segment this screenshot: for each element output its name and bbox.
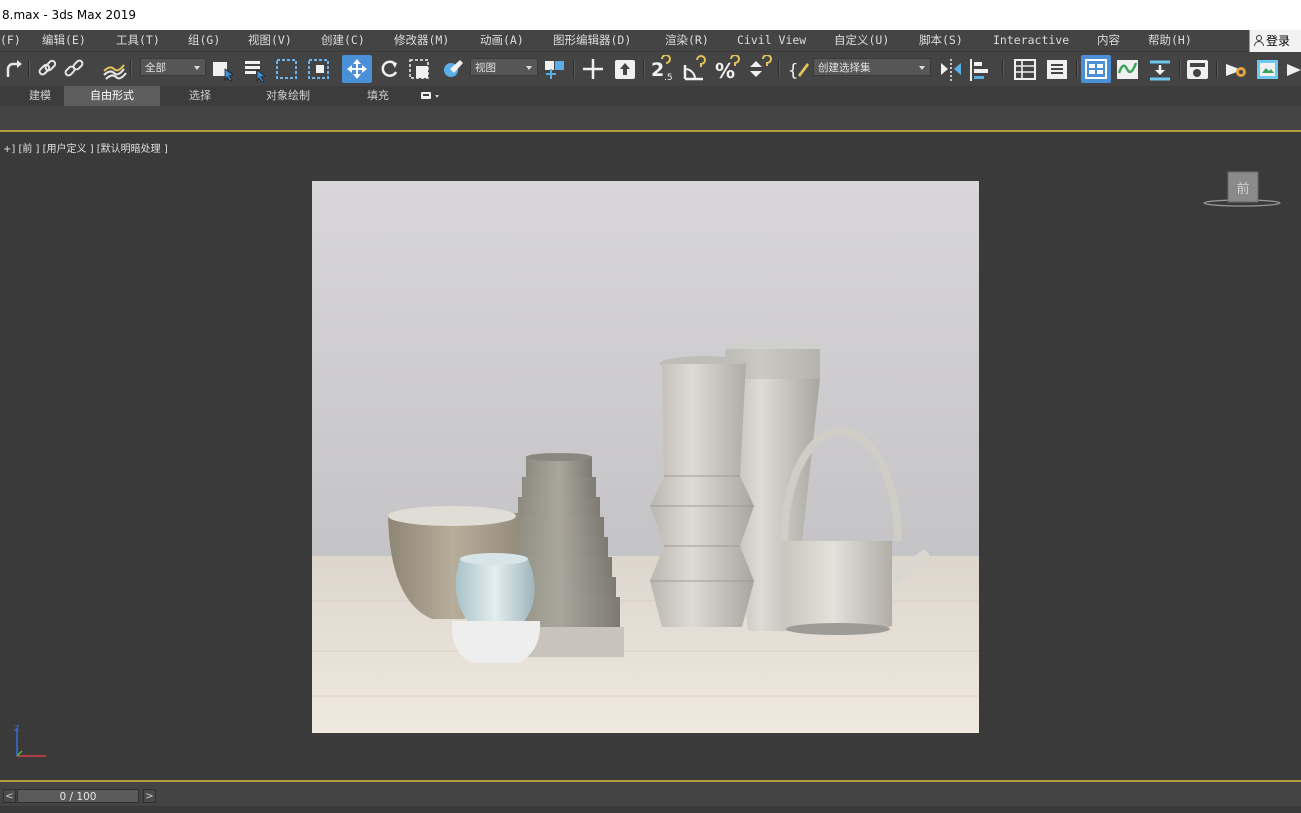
menu-create[interactable]: 创建(C) [321, 30, 365, 51]
tab-selection[interactable]: 选择 [176, 86, 224, 106]
mirror-icon[interactable] [938, 55, 964, 83]
redo-icon[interactable] [3, 55, 25, 83]
named-selection-dropdown[interactable]: 创建选择集 [813, 58, 931, 76]
link-icon[interactable] [36, 55, 60, 83]
ribbon-tabs: 建模 自由形式 选择 对象绘制 填充 [0, 86, 1301, 106]
rect-selection-icon[interactable] [274, 55, 300, 83]
select-scale-icon[interactable] [407, 55, 435, 83]
ribbon-panel [0, 106, 1301, 130]
menu-customize[interactable]: 自定义(U) [834, 30, 889, 51]
svg-text:%: % [715, 59, 735, 83]
menu-civil-view[interactable]: Civil View [737, 30, 806, 51]
rendered-scene [312, 181, 979, 733]
curve-editor-icon[interactable] [1114, 55, 1142, 83]
menu-views[interactable]: 视图(V) [248, 30, 292, 51]
render-icon[interactable] [1284, 55, 1301, 83]
align-icon[interactable] [967, 55, 995, 83]
track-bar[interactable] [0, 806, 1301, 813]
select-object-icon[interactable] [210, 55, 236, 83]
menu-edit[interactable]: 编辑(E) [42, 30, 86, 51]
svg-text:2: 2 [651, 59, 664, 81]
viewport-label[interactable]: +] [前 ] [用户定义 ] [默认明暗处理 ] [3, 140, 168, 155]
viewcube-face-label: 前 [1236, 181, 1249, 197]
use-pivot-icon[interactable] [541, 55, 569, 83]
menu-animation[interactable]: 动画(A) [480, 30, 524, 51]
edit-named-selection-icon[interactable]: { [786, 55, 812, 83]
select-manipulate-icon[interactable] [580, 55, 606, 83]
menu-help[interactable]: 帮助(H) [1148, 30, 1192, 51]
named-selection-value: 创建选择集 [818, 62, 871, 74]
reference-coord-value: 视图 [475, 62, 496, 74]
svg-text:.5: .5 [664, 73, 673, 83]
render-frame-icon[interactable] [1254, 55, 1282, 83]
svg-text:{: { [788, 61, 798, 81]
bind-spacewarp-icon[interactable] [101, 55, 127, 83]
layer-explorer-icon[interactable] [1044, 55, 1070, 83]
select-place-icon[interactable] [440, 55, 466, 83]
material-editor-icon[interactable] [1184, 55, 1212, 83]
tab-modeling[interactable]: 建模 [18, 86, 62, 106]
render-setup-icon[interactable] [1222, 55, 1250, 83]
main-toolbar: 全部 视图 2.5 % { 创建选择集 [0, 52, 1301, 86]
menu-tools[interactable]: 工具(T) [116, 30, 160, 51]
selection-filter-dropdown[interactable]: 全部 [140, 58, 206, 76]
snap-toggle-icon[interactable]: 2.5 [649, 55, 677, 83]
selection-filter-value: 全部 [145, 62, 166, 74]
toggle-ribbon-icon [1085, 59, 1107, 79]
menu-interactive[interactable]: Interactive [993, 30, 1069, 51]
menu-group[interactable]: 组(G) [188, 30, 220, 51]
menu-bar: (F) 编辑(E) 工具(T) 组(G) 视图(V) 创建(C) 修改器(M) … [0, 30, 1301, 52]
tab-freeform[interactable]: 自由形式 [64, 86, 160, 106]
menu-modifiers[interactable]: 修改器(M) [394, 30, 449, 51]
prev-frame-button[interactable]: < [3, 789, 16, 803]
ribbon-options-button[interactable] [416, 86, 446, 106]
menu-content[interactable]: 内容 [1097, 30, 1120, 51]
percent-snap-icon[interactable]: % [714, 55, 742, 83]
viewcube[interactable]: 前 [1202, 170, 1282, 210]
select-move-button[interactable] [342, 55, 372, 83]
toggle-ribbon-button[interactable] [1081, 55, 1111, 83]
angle-snap-icon[interactable] [681, 55, 711, 83]
menu-file[interactable]: (F) [0, 30, 21, 51]
axis-z-label: Z [14, 724, 20, 733]
schematic-view-icon[interactable] [1146, 55, 1174, 83]
next-frame-button[interactable]: > [143, 789, 156, 803]
ribbon-options-icon [421, 92, 439, 99]
menu-scripting[interactable]: 脚本(S) [919, 30, 963, 51]
time-slider[interactable]: 0 / 100 [17, 789, 139, 803]
tab-object-paint[interactable]: 对象绘制 [253, 86, 323, 106]
spinner-snap-icon[interactable] [746, 55, 774, 83]
menu-rendering[interactable]: 渲染(R) [665, 30, 709, 51]
reference-coord-dropdown[interactable]: 视图 [470, 58, 538, 76]
select-rotate-icon[interactable] [377, 55, 401, 83]
menu-graph-editors[interactable]: 图形编辑器(D) [553, 30, 631, 51]
window-title: 8.max - 3ds Max 2019 [0, 0, 1301, 30]
window-crossing-icon[interactable] [306, 55, 332, 83]
tab-populate[interactable]: 填充 [356, 86, 400, 106]
keyboard-shortcut-icon[interactable] [612, 55, 638, 83]
unlink-icon[interactable] [62, 55, 86, 83]
axis-tripod: Z [14, 724, 46, 757]
select-by-name-icon[interactable] [242, 55, 268, 83]
user-icon [1254, 35, 1264, 46]
login-button[interactable]: 登录 [1249, 30, 1301, 52]
login-label: 登录 [1266, 34, 1291, 48]
select-move-icon [347, 59, 367, 79]
scene-explorer-icon[interactable] [1012, 55, 1038, 83]
